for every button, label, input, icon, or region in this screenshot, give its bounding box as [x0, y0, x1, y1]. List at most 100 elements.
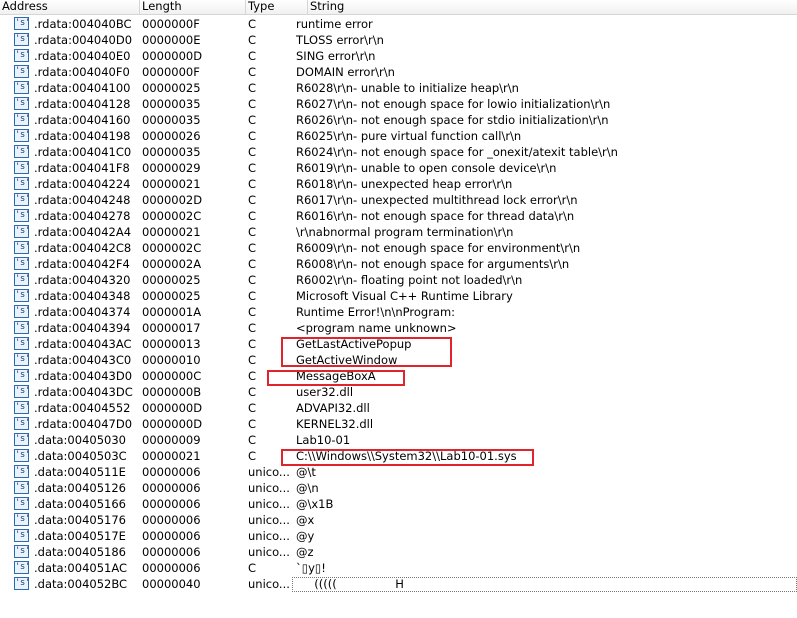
table-row[interactable]: 's' .rdata:004047D0 0000000D C KERNEL32.dll: [0, 416, 797, 432]
address-cell: .rdata:004040D0: [34, 33, 133, 47]
table-row[interactable]: 's' .data:00405166 00000006 unico... @\x1B: [0, 496, 797, 512]
string-icon: 's': [14, 177, 30, 190]
string-icon: 's': [14, 113, 30, 126]
type-cell: C: [248, 33, 257, 47]
string-cell: `▯y▯!: [296, 561, 326, 575]
table-row[interactable]: 's' .rdata:00404224 00000021 C R6018\r\n- un…: [0, 176, 797, 192]
table-row[interactable]: 's' .data:004051AC 00000006 C `▯y▯!: [0, 560, 797, 576]
address-cell: .rdata:004042F4: [34, 257, 130, 271]
type-cell: unico...: [248, 481, 290, 495]
table-row[interactable]: 's' .rdata:004043D0 0000000C C MessageBoxA: [0, 368, 797, 384]
table-row[interactable]: 's' .rdata:00404160 00000035 C R6026\r\n- no…: [0, 112, 797, 128]
string-cell: R6002\r\n- floating point not loaded\r\n: [296, 273, 523, 287]
string-cell: TLOSS error\r\n: [296, 33, 384, 47]
length-cell: 00000021: [142, 177, 201, 191]
table-row[interactable]: 's' .rdata:004042F4 0000002A C R6008\r\n- no…: [0, 256, 797, 272]
string-cell: @\t: [296, 465, 316, 479]
length-cell: 00000035: [142, 113, 201, 127]
table-row[interactable]: 's' .rdata:004041F8 00000029 C R6019\r\n- un…: [0, 160, 797, 176]
table-row[interactable]: 's' .data:0040511E 00000006 unico... @\t: [0, 464, 797, 480]
string-cell: KERNEL32.dll: [296, 417, 374, 431]
table-row[interactable]: 's' .rdata:004042C8 0000002C C R6009\r\n- no…: [0, 240, 797, 256]
table-row[interactable]: 's' .rdata:00404128 00000035 C R6027\r\n- no…: [0, 96, 797, 112]
string-icon: 's': [14, 145, 30, 158]
column-header-string[interactable]: String: [308, 0, 797, 14]
address-cell: .data:004051AC: [34, 561, 128, 575]
string-cell: R6018\r\n- unexpected heap error\r\n: [296, 177, 513, 191]
address-cell: .rdata:004040BC: [34, 17, 132, 31]
table-row[interactable]: 's' .rdata:00404198 00000026 C R6025\r\n- pu…: [0, 128, 797, 144]
string-icon: 's': [14, 129, 30, 142]
string-icon: 's': [14, 225, 30, 238]
length-cell: 0000000E: [142, 33, 201, 47]
table-row[interactable]: 's' .rdata:004043AC 00000013 C GetLastActive…: [0, 336, 797, 352]
address-cell: .rdata:004040F0: [34, 65, 130, 79]
length-cell: 0000002C: [142, 209, 202, 223]
string-cell: R6017\r\n- unexpected multithread lock e…: [296, 193, 578, 207]
table-row[interactable]: 's' .rdata:004040F0 0000000F C DOMAIN error\…: [0, 64, 797, 80]
column-header-type[interactable]: Type: [246, 0, 308, 14]
address-cell: .rdata:004042C8: [34, 241, 132, 255]
type-cell: C: [248, 81, 257, 95]
string-icon: 's': [14, 481, 30, 494]
type-cell: C: [248, 273, 257, 287]
type-cell: C: [248, 289, 257, 303]
table-row[interactable]: 's' .rdata:004040BC 0000000F Cruntime error: [0, 16, 797, 32]
table-row[interactable]: 's' .rdata:00404348 00000025 C Microsoft Vis…: [0, 288, 797, 304]
type-cell: C: [248, 353, 257, 367]
string-icon: 's': [14, 545, 30, 558]
table-row[interactable]: 's' .rdata:00404320 00000025 C R6002\r\n- fl…: [0, 272, 797, 288]
string-cell: GetLastActivePopup: [296, 337, 412, 351]
address-cell: .rdata:004042A4: [34, 225, 132, 239]
type-cell: C: [248, 129, 257, 143]
table-row[interactable]: 's' .data:00405186 00000006 unico... @z: [0, 544, 797, 560]
address-cell: .rdata:004043DC: [34, 385, 133, 399]
length-cell: 00000013: [142, 337, 201, 351]
table-row[interactable]: 's' .rdata:00404394 00000017 C <program name…: [0, 320, 797, 336]
length-cell: 00000006: [142, 497, 201, 511]
table-row[interactable]: 's' .rdata:004043C0 00000010 C GetActiveWind…: [0, 352, 797, 368]
table-row[interactable]: 's' .rdata:00404248 0000002D C R6017\r\n- un…: [0, 192, 797, 208]
length-cell: 00000017: [142, 321, 201, 335]
table-row[interactable]: 's' .rdata:00404374 0000001A C Runtime Error…: [0, 304, 797, 320]
string-cell: user32.dll: [296, 385, 354, 399]
table-row[interactable]: 's' .data:00405126 00000006 unico... @\n: [0, 480, 797, 496]
table-row[interactable]: 's' .rdata:00404278 0000002C C R6016\r\n- no…: [0, 208, 797, 224]
table-row[interactable]: 's' .rdata:004040E0 0000000D C SING error\r\…: [0, 48, 797, 64]
table-row[interactable]: 's' .data:0040503C 00000021 C C:\\Windows\\S…: [0, 448, 797, 464]
type-cell: C: [248, 17, 257, 31]
strings-table: 's' .rdata:004040BC 0000000F Cruntime error…: [0, 16, 797, 592]
address-cell: .data:0040503C: [34, 449, 127, 463]
string-icon: 's': [14, 97, 30, 110]
length-cell: 00000006: [142, 513, 201, 527]
table-row[interactable]: 's' .rdata:00404100 00000025 C R6028\r\n- un…: [0, 80, 797, 96]
type-cell: C: [248, 385, 257, 399]
address-cell: .data:0040511E: [34, 465, 126, 479]
string-icon: 's': [14, 241, 30, 254]
table-row[interactable]: 's' .rdata:004043DC 0000000B Cuser32.dll: [0, 384, 797, 400]
address-cell: .data:00405126: [34, 481, 126, 495]
length-cell: 00000009: [142, 433, 201, 447]
table-row[interactable]: 's' .data:00405030 00000009 C Lab10-01: [0, 432, 797, 448]
type-cell: unico...: [248, 465, 290, 479]
length-cell: 00000021: [142, 225, 201, 239]
table-row[interactable]: 's' .rdata:00404552 0000000D C ADVAPI32.dll: [0, 400, 797, 416]
table-row[interactable]: 's' .data:0040517E 00000006 unico... @y: [0, 528, 797, 544]
table-row[interactable]: 's' .data:00405176 00000006 unico... @x: [0, 512, 797, 528]
type-cell: C: [248, 561, 257, 575]
address-cell: .rdata:004043D0: [34, 369, 133, 383]
length-cell: 0000000D: [142, 49, 203, 63]
type-cell: C: [248, 65, 257, 79]
table-row[interactable]: 's' .rdata:004040D0 0000000E C TLOSS error\r…: [0, 32, 797, 48]
string-cell: R6028\r\n- unable to initialize heap\r\n: [296, 81, 519, 95]
length-cell: 00000006: [142, 465, 201, 479]
column-header-address[interactable]: Address: [0, 0, 140, 14]
string-icon: 's': [14, 385, 30, 398]
table-row[interactable]: 's' .rdata:004042A4 00000021 C \r\nabnormal …: [0, 224, 797, 240]
length-cell: 00000010: [142, 353, 201, 367]
table-row[interactable]: 's' .rdata:004041C0 00000035 C R6024\r\n- no…: [0, 144, 797, 160]
string-icon: 's': [14, 561, 30, 574]
string-cell: @\n: [296, 481, 319, 495]
column-header-length[interactable]: Length: [140, 0, 246, 14]
address-cell: .rdata:00404224: [34, 177, 131, 191]
